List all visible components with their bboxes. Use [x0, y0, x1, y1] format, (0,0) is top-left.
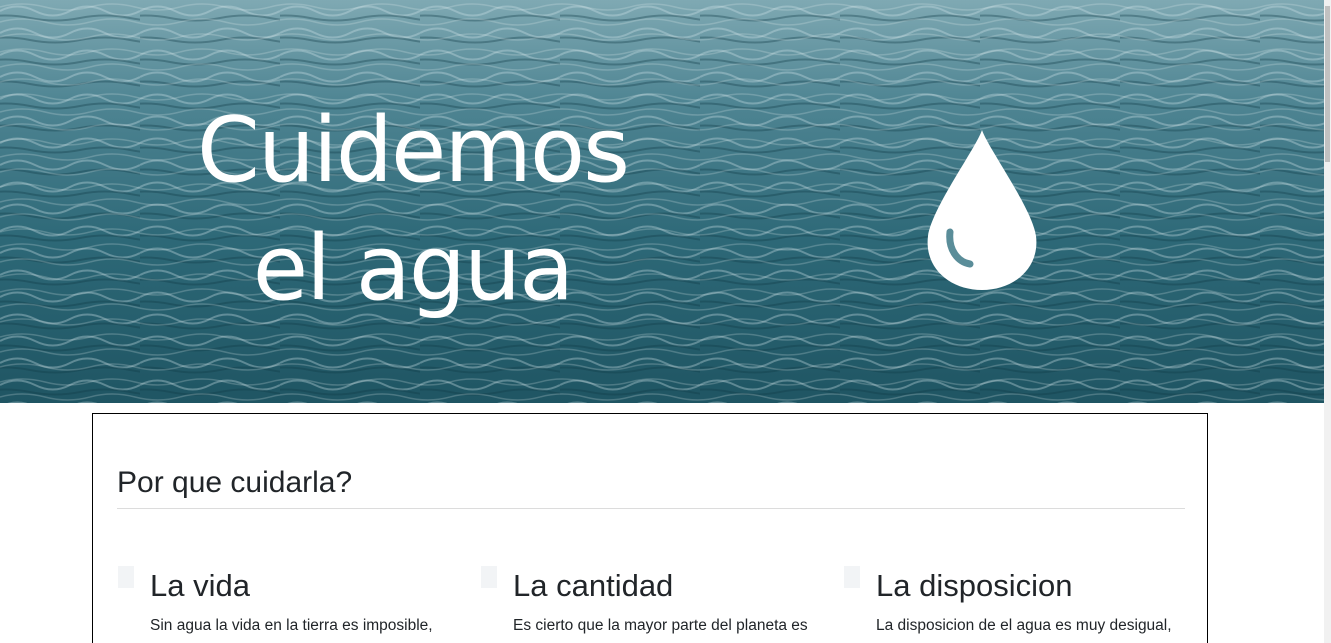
page-scrollbar-thumb[interactable]	[1325, 6, 1330, 162]
feature-title: La cantidad	[513, 568, 674, 603]
feature-text: Es cierto que la mayor parte del planeta…	[513, 617, 808, 634]
feature-icon	[118, 566, 134, 588]
feature-text: La disposicion de el agua es muy desigua…	[876, 617, 1172, 634]
hero-title: Cuidemos el agua	[196, 98, 630, 321]
water-drop-icon	[927, 130, 1037, 290]
feature-icon	[844, 566, 860, 588]
hero-banner: Cuidemos el agua	[0, 0, 1324, 403]
feature-icon	[481, 566, 497, 588]
section-title: Por que cuidarla?	[117, 466, 353, 499]
feature-text: Sin agua la vida en la tierra es imposib…	[150, 617, 433, 634]
feature-title: La vida	[150, 568, 250, 603]
section-divider	[117, 508, 1185, 509]
feature-title: La disposicion	[876, 568, 1073, 603]
why-care-section: Por que cuidarla? La vida Sin agua la vi…	[92, 413, 1208, 643]
